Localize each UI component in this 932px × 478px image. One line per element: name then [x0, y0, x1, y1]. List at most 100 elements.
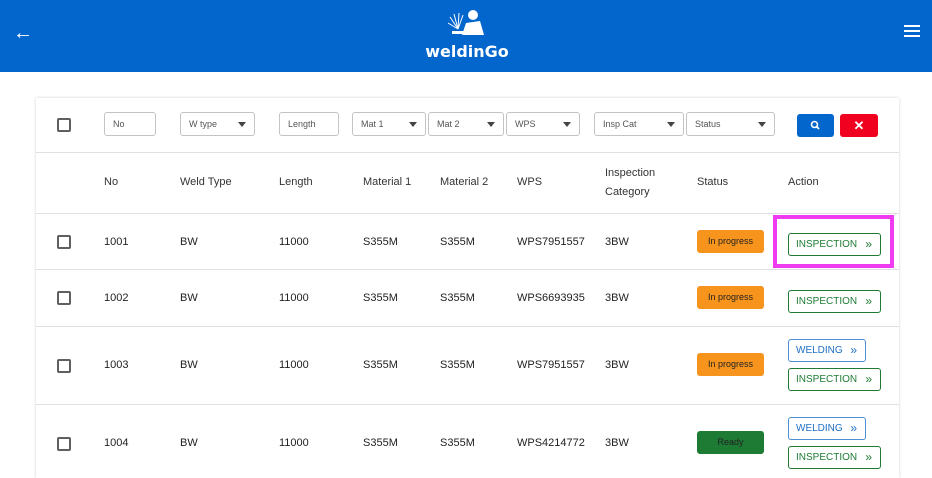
column-header-material1: Material 1	[363, 176, 412, 188]
back-arrow-icon[interactable]: ←	[12, 22, 34, 44]
caret-down-icon	[758, 122, 766, 127]
cell-inspection-category: 3BW	[605, 437, 629, 449]
cell-material1: S355M	[363, 292, 398, 304]
column-header-weld-type: Weld Type	[180, 176, 232, 188]
search-button[interactable]	[797, 114, 834, 137]
filter-length-placeholder: Length	[288, 119, 316, 129]
welding-button[interactable]: WELDING »	[788, 339, 866, 362]
cell-weld-type: BW	[180, 437, 198, 449]
table-row: 1004 BW 11000 S355M S355M WPS4214772 3BW…	[36, 405, 899, 478]
column-header-length: Length	[279, 176, 313, 188]
column-header-material2: Material 2	[440, 176, 489, 188]
column-header-status: Status	[697, 176, 729, 188]
cell-weld-type: BW	[180, 292, 198, 304]
column-header-action: Action	[788, 176, 819, 188]
filter-weld-type-label: W type	[189, 119, 218, 129]
cell-wps: WPS7951557	[517, 359, 585, 371]
filter-mat1-select[interactable]: Mat 1	[352, 112, 426, 136]
cell-wps: WPS4214772	[517, 437, 585, 449]
hamburger-menu-icon[interactable]	[904, 25, 920, 39]
filter-wps-label: WPS	[515, 119, 536, 129]
row-checkbox[interactable]	[57, 291, 71, 305]
cell-wps: WPS6693935	[517, 292, 585, 304]
caret-down-icon	[487, 122, 495, 127]
filter-no-input[interactable]: No	[104, 112, 156, 136]
double-chevron-right-icon: »	[850, 421, 857, 435]
cell-length: 11000	[279, 236, 309, 248]
filter-mat2-select[interactable]: Mat 2	[428, 112, 504, 136]
select-all-checkbox[interactable]	[57, 118, 71, 132]
inspection-button[interactable]: INSPECTION »	[788, 290, 881, 313]
column-header-inspection-category-line1: Inspection	[605, 167, 656, 179]
cell-inspection-category: 3BW	[605, 359, 629, 371]
cell-material2: S355M	[440, 292, 475, 304]
cell-no: 1002	[104, 292, 129, 304]
cell-length: 11000	[279, 437, 309, 449]
table-row: 1001 BW 11000 S355M S355M WPS7951557 3BW…	[36, 214, 899, 270]
cell-material1: S355M	[363, 359, 398, 371]
inspection-button[interactable]: INSPECTION »	[788, 368, 881, 391]
caret-down-icon	[563, 122, 571, 127]
table-header-row: No Weld Type Length Material 1 Material …	[36, 153, 899, 214]
cell-weld-type: BW	[180, 236, 198, 248]
table-row: 1002 BW 11000 S355M S355M WPS6693935 3BW…	[36, 270, 899, 327]
inspection-button-label: INSPECTION	[796, 239, 858, 250]
inspection-button-label: INSPECTION	[796, 374, 858, 385]
status-badge: Ready	[697, 431, 764, 454]
caret-down-icon	[667, 122, 675, 127]
welding-button-label: WELDING	[796, 423, 843, 434]
app-bar: ← weldinGo	[0, 0, 932, 72]
double-chevron-right-icon: »	[865, 294, 872, 308]
cell-length: 11000	[279, 359, 309, 371]
cell-no: 1001	[104, 236, 129, 248]
filter-wps-select[interactable]: WPS	[506, 112, 580, 136]
cell-material2: S355M	[440, 437, 475, 449]
filter-status-label: Status	[695, 119, 721, 129]
table-row: 1003 BW 11000 S355M S355M WPS7951557 3BW…	[36, 327, 899, 405]
cell-wps: WPS7951557	[517, 236, 585, 248]
filter-weld-type-select[interactable]: W type	[180, 112, 255, 136]
filter-insp-cat-select[interactable]: Insp Cat	[594, 112, 684, 136]
welding-button-label: WELDING	[796, 345, 843, 356]
cell-material1: S355M	[363, 437, 398, 449]
cell-material1: S355M	[363, 236, 398, 248]
double-chevron-right-icon: »	[865, 237, 872, 251]
filter-mat2-label: Mat 2	[437, 119, 460, 129]
row-checkbox[interactable]	[57, 437, 71, 451]
clear-filters-button[interactable]: ✕	[840, 114, 878, 137]
row-checkbox[interactable]	[57, 235, 71, 249]
inspection-button-label: INSPECTION	[796, 296, 858, 307]
welds-table-card: No W type Length Mat 1 Mat 2 WPS Insp Ca…	[36, 98, 899, 478]
caret-down-icon	[409, 122, 417, 127]
double-chevron-right-icon: »	[850, 343, 857, 357]
filter-no-placeholder: No	[113, 119, 125, 129]
status-badge: In progress	[697, 286, 764, 309]
column-header-no: No	[104, 176, 119, 188]
brand-title: weldinGo	[425, 42, 509, 61]
cell-inspection-category: 3BW	[605, 292, 629, 304]
welder-logo-icon	[447, 10, 484, 35]
inspection-button-label: INSPECTION	[796, 452, 858, 463]
double-chevron-right-icon: »	[865, 450, 872, 464]
cell-no: 1003	[104, 359, 129, 371]
caret-down-icon	[238, 122, 246, 127]
double-chevron-right-icon: »	[865, 372, 872, 386]
filter-mat1-label: Mat 1	[361, 119, 384, 129]
inspection-button[interactable]: INSPECTION »	[788, 446, 881, 469]
cell-weld-type: BW	[180, 359, 198, 371]
cell-material2: S355M	[440, 236, 475, 248]
cell-length: 11000	[279, 292, 309, 304]
row-checkbox[interactable]	[57, 359, 71, 373]
inspection-button[interactable]: INSPECTION »	[788, 233, 881, 256]
status-badge: In progress	[697, 230, 764, 253]
filter-length-input[interactable]: Length	[279, 112, 339, 136]
cell-inspection-category: 3BW	[605, 236, 629, 248]
cell-no: 1004	[104, 437, 129, 449]
welding-button[interactable]: WELDING »	[788, 417, 866, 440]
status-badge: In progress	[697, 353, 764, 376]
filter-status-select[interactable]: Status	[686, 112, 775, 136]
filter-insp-cat-label: Insp Cat	[603, 119, 637, 129]
filter-row: No W type Length Mat 1 Mat 2 WPS Insp Ca…	[36, 98, 899, 153]
column-header-inspection-category-line2: Category	[605, 186, 650, 198]
search-icon	[810, 120, 820, 130]
